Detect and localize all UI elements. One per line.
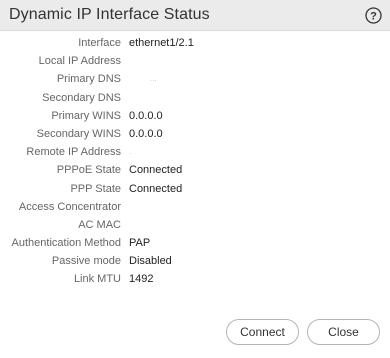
field-label: Interface <box>78 37 121 49</box>
dialog-title-bar: Dynamic IP Interface Status ? <box>0 0 390 31</box>
field-authentication-method: Authentication Method PAP <box>0 234 390 252</box>
field-label: Primary DNS <box>56 73 121 86</box>
field-value: Connected <box>129 182 183 195</box>
field-value: 0.0.0.0 <box>129 109 163 122</box>
field-ppp-state: PPP State Connected <box>0 180 390 198</box>
field-local-ip-address: Local IP Address <box>0 52 390 70</box>
field-interface: Interface ethernet1/2.1 <box>0 34 390 52</box>
field-label: PPPoE State <box>56 164 121 177</box>
help-icon[interactable]: ? <box>365 7 382 24</box>
field-label: PPP State <box>70 182 121 195</box>
field-primary-wins: Primary WINS 0.0.0.0 <box>0 107 390 125</box>
field-value: Connected <box>129 164 183 177</box>
close-button[interactable]: Close <box>307 319 380 345</box>
svg-text:?: ? <box>370 11 377 23</box>
field-label: Passive mode <box>51 255 121 268</box>
field-secondary-dns: Secondary DNS <box>0 89 390 107</box>
field-pppoe-state: PPPoE State Connected <box>0 161 390 179</box>
field-value: Disabled <box>129 255 172 268</box>
field-value: 1492 <box>129 273 154 286</box>
field-value: . <box>129 147 132 157</box>
field-label: Secondary WINS <box>36 127 121 140</box>
field-label: Primary WINS <box>51 109 121 122</box>
field-value: PAP <box>129 237 151 250</box>
connect-button[interactable]: Connect <box>226 319 299 345</box>
field-value: ... <box>150 74 157 84</box>
field-label: Link MTU <box>73 273 121 286</box>
field-label: Local IP Address <box>38 55 121 68</box>
dialog-title: Dynamic IP Interface Status <box>9 6 210 23</box>
field-label: AC MAC <box>78 218 121 231</box>
field-value: 0.0.0.0 <box>129 127 163 140</box>
field-label: Remote IP Address <box>26 146 121 159</box>
field-label: Access Concentrator <box>18 200 121 213</box>
field-link-mtu: Link MTU 1492 <box>0 270 390 288</box>
field-label: Secondary DNS <box>42 91 121 104</box>
field-ac-mac: AC MAC <box>0 216 390 234</box>
status-fields: Interface ethernet1/2.1 Local IP Address… <box>0 34 390 289</box>
dynamic-ip-status-dialog: Dynamic IP Interface Status ? Interface … <box>0 0 390 358</box>
field-secondary-wins: Secondary WINS 0.0.0.0 <box>0 125 390 143</box>
field-label: Authentication Method <box>11 237 121 250</box>
field-access-concentrator: Access Concentrator <box>0 198 390 216</box>
field-remote-ip-address: Remote IP Address . <box>0 143 390 161</box>
field-primary-dns: Primary DNS ... <box>0 70 390 88</box>
field-value: ethernet1/2.1 <box>129 37 194 49</box>
field-passive-mode: Passive mode Disabled <box>0 252 390 270</box>
